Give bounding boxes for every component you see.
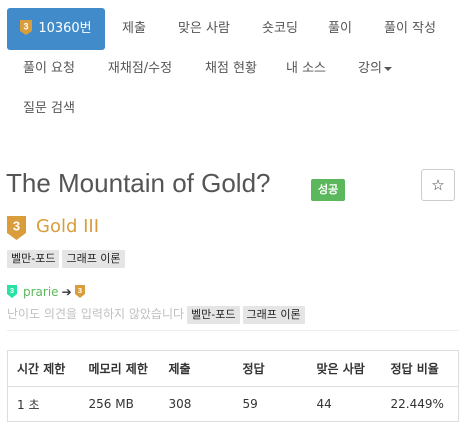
nav-search-questions[interactable]: 질문 검색 — [17, 88, 81, 130]
nav-submit[interactable]: 제출 — [114, 8, 154, 50]
nav-solved-users[interactable]: 맞은 사람 — [168, 8, 240, 50]
tier-level-label: 3 — [24, 22, 29, 32]
tag-bellman-ford[interactable]: 벨만-포드 — [187, 306, 240, 324]
problem-number-label: 10360번 — [38, 21, 92, 36]
table-header-row: 시간 제한 메모리 제한 제출 정답 맞은 사람 정답 비율 — [7, 350, 459, 387]
difficulty-placeholder: 난이도 의견을 입력하지 않았습니다 — [7, 307, 185, 321]
tag-graph-theory[interactable]: 그래프 이론 — [62, 250, 125, 268]
tier-name[interactable]: Gold III — [36, 216, 99, 237]
header-time-limit: 시간 제한 — [7, 350, 80, 387]
from-tier-level: 3 — [10, 286, 14, 295]
submissions-value: 308 — [168, 397, 192, 411]
gold-tier-icon: 3 — [74, 285, 85, 298]
nav-solutions[interactable]: 풀이 — [323, 8, 357, 50]
nav-problem-number[interactable]: 3 10360번 — [7, 8, 105, 50]
problem-title: The Mountain of Gold? — [6, 168, 271, 198]
nav-lectures-dropdown[interactable]: 강의 — [350, 48, 400, 90]
divider — [7, 330, 459, 331]
contributor-username[interactable]: prarie — [23, 285, 59, 299]
nav-my-source[interactable]: 내 소스 — [280, 48, 332, 90]
tier-level-label: 3 — [13, 219, 20, 234]
header-accepted: 정답 — [233, 350, 308, 387]
caret-down-icon — [383, 66, 392, 71]
accepted-value: 59 — [242, 397, 258, 411]
nav-request-solution[interactable]: 풀이 요청 — [17, 48, 81, 90]
problem-info-table: 시간 제한 메모리 제한 제출 정답 맞은 사람 정답 비율 1 초 256 M… — [7, 350, 459, 422]
header-solved-users: 맞은 사람 — [307, 350, 382, 387]
header-submissions: 제출 — [159, 350, 234, 387]
accept-ratio-value: 22.449% — [390, 397, 444, 411]
time-limit-value: 1 초 — [17, 397, 40, 412]
arrow-right-icon: ➔ — [61, 285, 72, 299]
table-row: 1 초 256 MB 308 59 44 22.449% — [8, 387, 459, 422]
problem-tier: 3 Gold III — [7, 216, 99, 242]
nav-rejudge[interactable]: 재채점/수정 — [98, 48, 182, 90]
to-tier-level: 3 — [78, 286, 82, 295]
gold-tier-icon: 3 — [20, 20, 33, 35]
tag-graph-theory[interactable]: 그래프 이론 — [242, 306, 305, 324]
tier-contribution: 3 prarie ➔ 3 — [7, 285, 85, 299]
algorithm-tags: 벨만-포드 그래프 이론 — [7, 247, 128, 268]
sprout-tier-icon: 3 — [7, 285, 17, 298]
nav-write-solution[interactable]: 풀이 작성 — [374, 8, 446, 50]
star-icon: ☆ — [431, 176, 445, 194]
memory-limit-value: 256 MB — [88, 397, 134, 411]
solved-users-value: 44 — [316, 397, 332, 411]
tag-bellman-ford[interactable]: 벨만-포드 — [7, 250, 60, 268]
nav-short-coding[interactable]: 숏코딩 — [252, 8, 308, 50]
difficulty-opinion: 난이도 의견을 입력하지 않았습니다 벨만-포드 그래프 이론 — [7, 303, 308, 324]
result-badge: 성공 — [311, 179, 346, 201]
gold-tier-icon: 3 — [7, 216, 26, 240]
lectures-label: 강의 — [358, 61, 382, 76]
header-memory-limit: 메모리 제한 — [79, 350, 160, 387]
nav-judge-status[interactable]: 채점 현황 — [199, 48, 263, 90]
header-accept-ratio: 정답 비율 — [381, 350, 459, 387]
star-button[interactable]: ☆ — [421, 169, 455, 201]
